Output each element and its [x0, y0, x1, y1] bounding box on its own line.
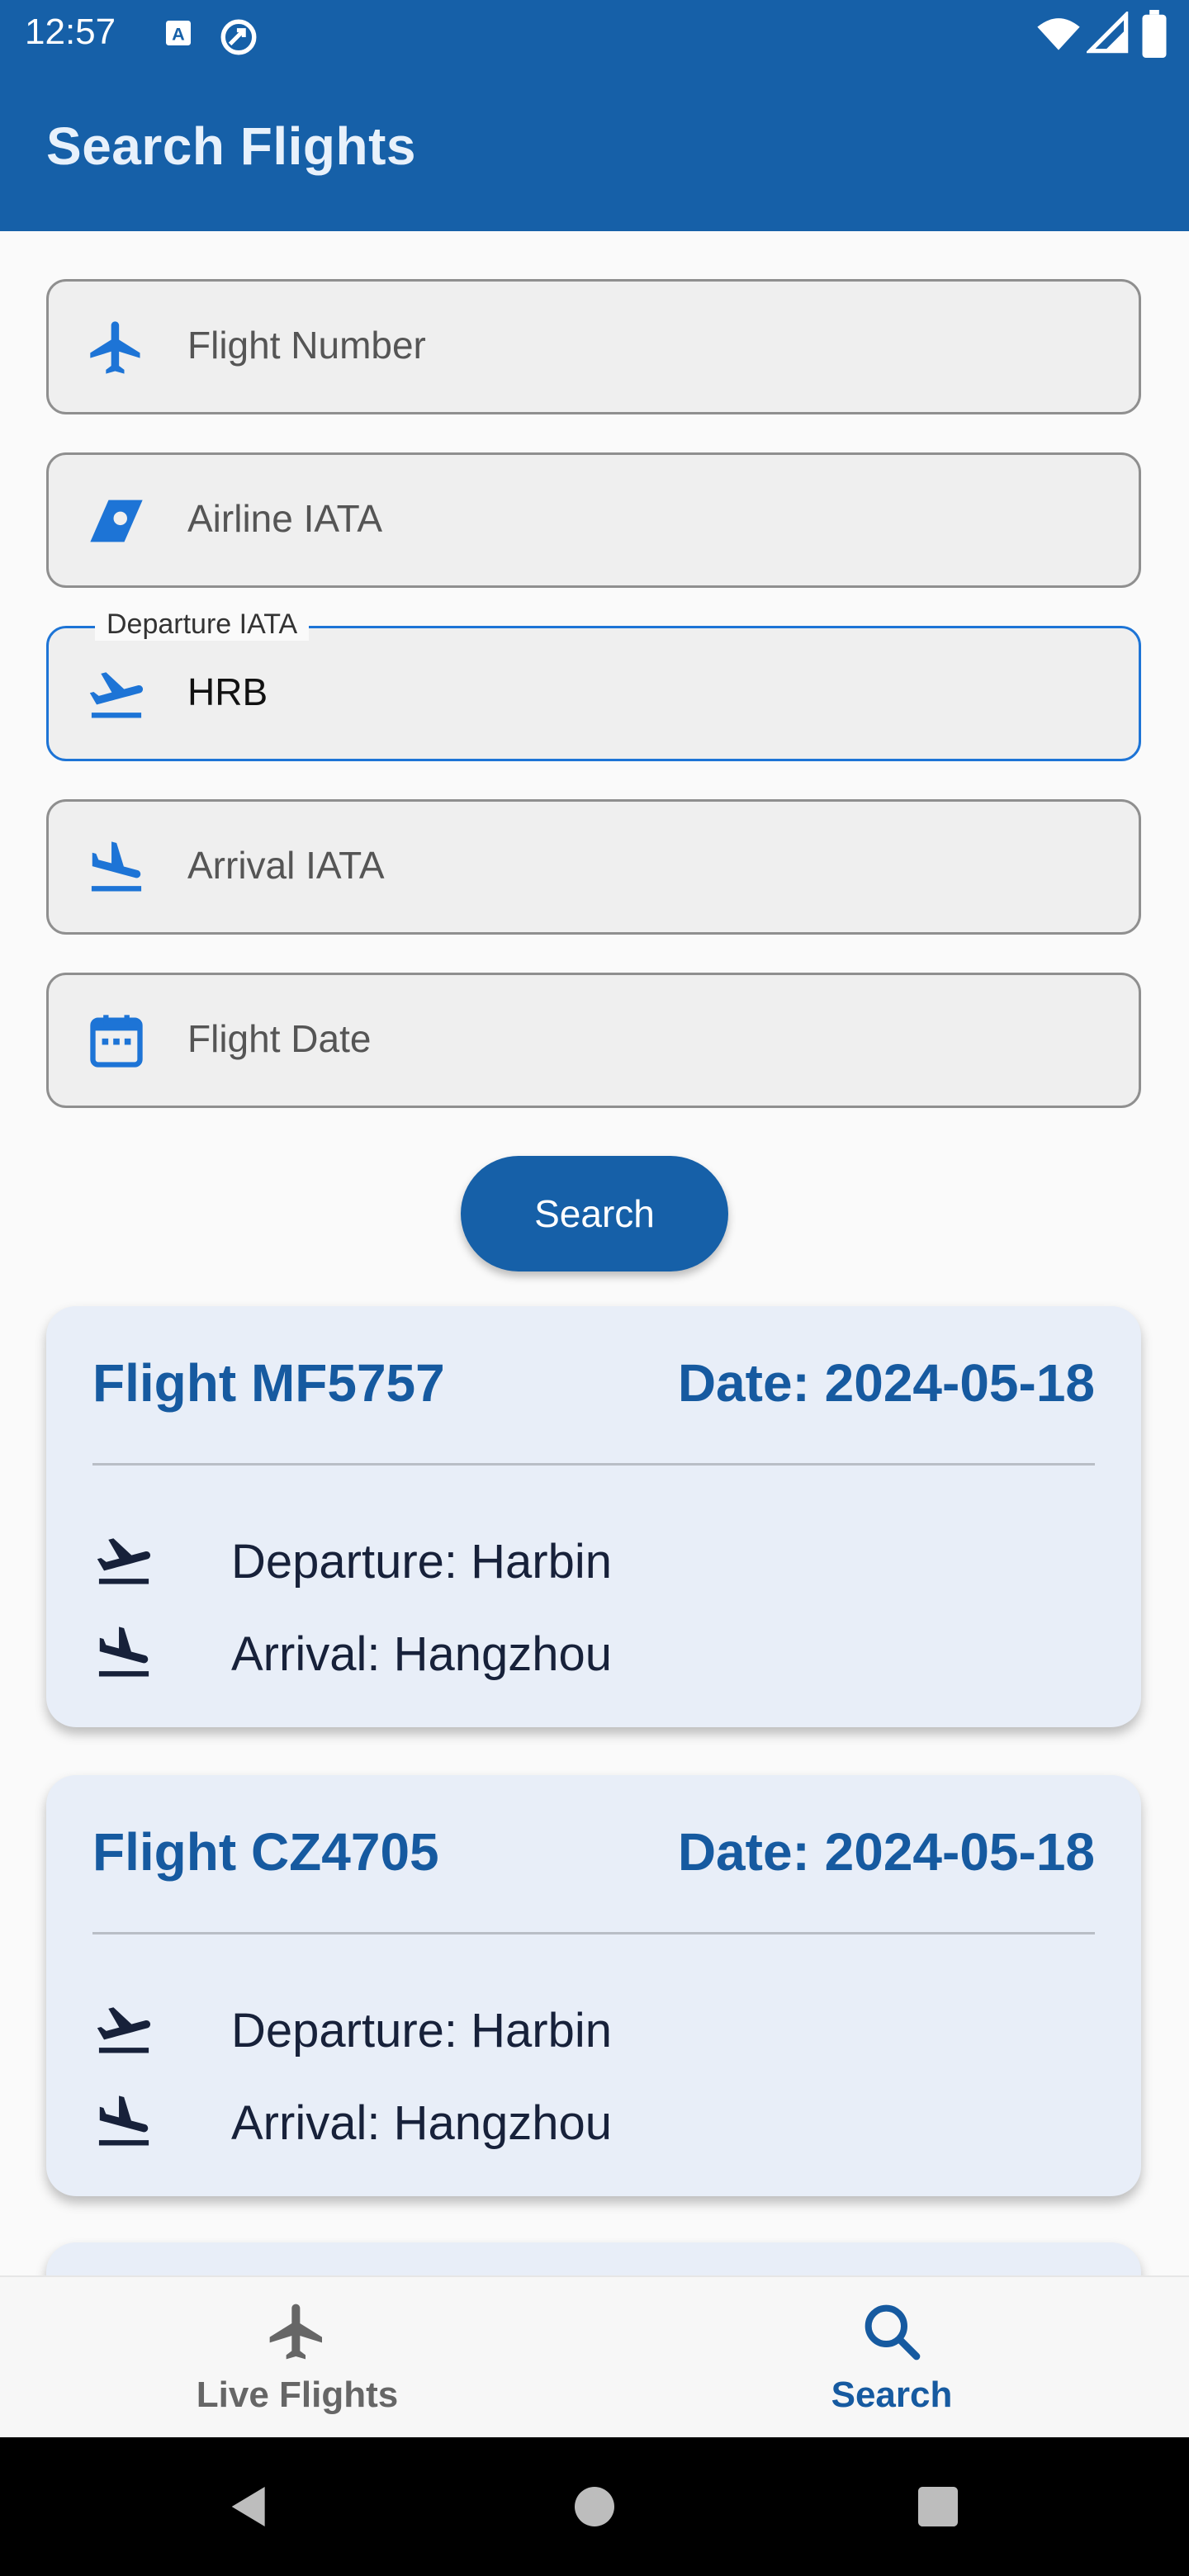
- flight-number: Flight MF5757: [92, 1353, 445, 1413]
- flight-takeoff-icon: [97, 1538, 151, 1584]
- flight-number-input[interactable]: Flight Number: [187, 323, 1096, 367]
- wifi-icon: [1037, 18, 1080, 50]
- search-icon: [865, 2304, 921, 2361]
- flight-takeoff-icon: [97, 2007, 151, 2053]
- plane-icon: [269, 2304, 322, 2360]
- flight-date: Date: 2024-05-18: [677, 1822, 1095, 1882]
- flight-date-input[interactable]: Flight Date: [187, 1016, 1096, 1061]
- sync-icon: [220, 19, 257, 55]
- nav-live-flights-label: Live Flights: [196, 2375, 399, 2415]
- calendar-icon: [90, 1015, 143, 1068]
- arrival-iata-field[interactable]: Arrival IATA: [46, 799, 1141, 935]
- a-notification-icon: A: [166, 21, 191, 45]
- bottom-nav: Live Flights Search: [0, 2275, 1189, 2439]
- flight-number-field[interactable]: Flight Number: [46, 279, 1141, 414]
- flight-result-card[interactable]: Flight MF5757 Date: 2024-05-18 Departure…: [46, 1306, 1141, 1727]
- flight-takeoff-icon: [89, 672, 144, 718]
- departure-iata-field[interactable]: Departure IATA HRB: [46, 608, 1141, 761]
- departure-row: Departure: Harbin: [92, 1995, 1083, 2061]
- status-bar: 12:57 A: [0, 0, 1189, 69]
- system-nav-bar: [0, 2437, 1189, 2576]
- page-title: Search Flights: [46, 116, 416, 176]
- flight-date: Date: 2024-05-18: [677, 1353, 1095, 1413]
- nav-live-flights[interactable]: Live Flights: [0, 2277, 594, 2439]
- battery-icon: [1142, 10, 1167, 58]
- departure-text: Departure: Harbin: [231, 1535, 612, 1589]
- arrival-row: Arrival: Hangzhou: [92, 1618, 1083, 1684]
- flight-land-icon: [98, 2095, 149, 2146]
- back-icon[interactable]: [223, 2480, 276, 2533]
- app-bar: Search Flights: [0, 69, 1189, 231]
- divider: [92, 1932, 1095, 1934]
- divider: [92, 1463, 1095, 1466]
- flight-date-field[interactable]: Flight Date: [46, 973, 1141, 1108]
- arrival-iata-input[interactable]: Arrival IATA: [187, 843, 1096, 888]
- flight-number: Flight CZ4705: [92, 1822, 439, 1882]
- plane-icon: [90, 321, 140, 374]
- status-time: 12:57: [25, 12, 116, 52]
- arrival-row: Arrival: Hangzhou: [92, 2087, 1083, 2153]
- airline-tail-icon: [90, 500, 143, 542]
- departure-iata-input[interactable]: HRB: [187, 670, 1096, 714]
- departure-text: Departure: Harbin: [231, 2004, 612, 2057]
- airline-iata-field[interactable]: Airline IATA: [46, 452, 1141, 588]
- home-icon[interactable]: [568, 2480, 621, 2533]
- recents-icon[interactable]: [912, 2480, 964, 2533]
- arrival-text: Arrival: Hangzhou: [231, 2096, 612, 2150]
- flight-land-icon: [98, 1627, 149, 1677]
- search-button[interactable]: Search: [461, 1156, 728, 1271]
- departure-row: Departure: Harbin: [92, 1526, 1083, 1592]
- nav-search-label: Search: [831, 2375, 953, 2415]
- signal-icon: [1087, 12, 1129, 54]
- flight-land-icon: [91, 841, 142, 892]
- airline-iata-input[interactable]: Airline IATA: [187, 496, 1096, 541]
- svg-text:A: A: [172, 23, 185, 44]
- flight-result-card[interactable]: Flight CZ4705 Date: 2024-05-18 Departure…: [46, 1775, 1141, 2196]
- arrival-text: Arrival: Hangzhou: [231, 1627, 612, 1681]
- nav-search[interactable]: Search: [594, 2277, 1189, 2439]
- departure-iata-label: Departure IATA: [95, 608, 310, 641]
